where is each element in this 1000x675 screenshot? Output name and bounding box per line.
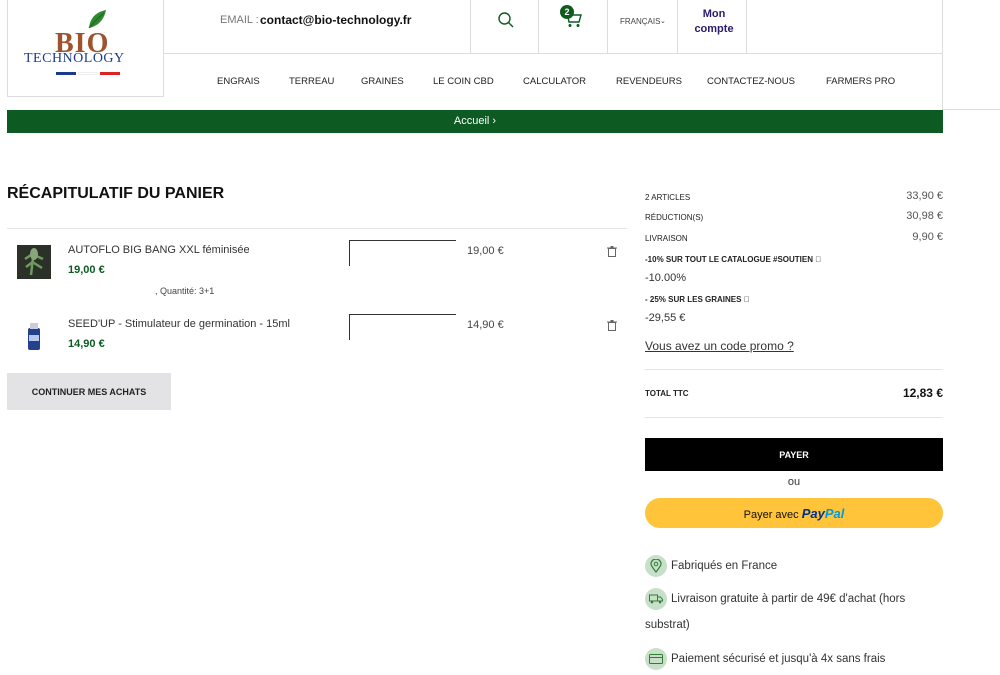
- quantity-input[interactable]: [349, 240, 456, 266]
- flag-red: [100, 72, 120, 75]
- search-button[interactable]: [470, 0, 538, 54]
- site-header: BIO TECHNOLOGY EMAIL : contact@bio-techn…: [7, 0, 943, 110]
- total-value: 12,83 €: [902, 386, 943, 400]
- reduction-value: 30,98 €: [906, 210, 943, 222]
- promo-1-value: -10.00%: [645, 272, 686, 284]
- logo-text-technology: TECHNOLOGY: [24, 51, 125, 66]
- nav-item-terreau[interactable]: TERREAU: [289, 76, 334, 87]
- trash-icon[interactable]: [607, 320, 617, 331]
- truck-icon: [645, 587, 667, 610]
- cart-item: AUTOFLO BIG BANG XXL féminisée 19,00 € 1…: [7, 240, 627, 300]
- promo-2-value: -29,55 €: [645, 312, 686, 324]
- nav-item-graines[interactable]: GRAINES: [361, 76, 404, 87]
- pay-button[interactable]: PAYER: [645, 438, 943, 471]
- product-image: [17, 319, 51, 353]
- nav-item-engrais[interactable]: ENGRAIS: [217, 76, 260, 87]
- reassurance-made-in-france: Fabriqués en France: [645, 553, 943, 579]
- product-name[interactable]: SEED'UP - Stimulateur de germination - 1…: [68, 318, 290, 330]
- account-label: Mon compte: [694, 8, 734, 35]
- product-total: 14,90 €: [467, 319, 504, 331]
- articles-label: 2 articles: [645, 193, 691, 202]
- breadcrumb-home[interactable]: Accueil ›: [454, 115, 496, 127]
- nav-item-revendeurs[interactable]: REVENDEURS: [616, 76, 682, 87]
- product-total: 19,00 €: [467, 245, 504, 257]
- reassurance-text: Fabriqués en France: [671, 560, 778, 572]
- top-bar: EMAIL : contact@bio-technology.fr 2 FRAN…: [164, 0, 943, 54]
- chevron-down-icon: ⌄: [660, 18, 666, 25]
- email-label: EMAIL :: [220, 14, 259, 26]
- reassurance-text: Livraison gratuite à partir de 49€ d'ach…: [645, 593, 906, 631]
- reassurance-text: Paiement sécurisé et jusqu'à 4x sans fra…: [671, 653, 886, 665]
- main-nav: ENGRAIS TERREAU GRAINES LE COIN CBD CALC…: [164, 54, 943, 110]
- product-image: [17, 245, 51, 279]
- cart-count-badge: 2: [560, 5, 574, 19]
- product-name[interactable]: AUTOFLO BIG BANG XXL féminisée: [68, 244, 250, 256]
- quantity-input[interactable]: [349, 314, 456, 340]
- credit-card-icon: [645, 647, 667, 670]
- summary-reduction: Réduction(s) 30,98 €: [645, 210, 943, 222]
- nav-item-coin-cbd[interactable]: LE COIN CBD: [433, 76, 494, 87]
- continue-shopping-button[interactable]: CONTINUER MES ACHATS: [7, 373, 171, 410]
- language-label: FRANÇAIS: [620, 17, 661, 26]
- promo-title: - 25% SUR LES GRAINES: [645, 295, 742, 304]
- promo-1: -10% SUR TOUT LE CATALOGUE #SOUTIEN ⃠: [645, 255, 943, 264]
- logo[interactable]: BIO TECHNOLOGY: [7, 0, 164, 97]
- reduction-label: Réduction(s): [645, 213, 704, 222]
- breadcrumb: Accueil ›: [7, 110, 943, 133]
- cart-item: SEED'UP - Stimulateur de germination - 1…: [7, 314, 627, 374]
- divider: [7, 228, 627, 229]
- or-separator: ou: [787, 476, 801, 488]
- promo-code-link[interactable]: Vous avez un code promo ?: [645, 339, 794, 353]
- search-icon: [498, 12, 514, 28]
- header-divider: [943, 109, 1000, 110]
- total-label: TOTAL TTC: [645, 389, 689, 398]
- nav-item-contact[interactable]: CONTACTEZ-NOUS: [707, 76, 795, 87]
- product-price: 19,00 €: [68, 264, 105, 276]
- nav-item-farmers-pro[interactable]: FARMERS PRO: [826, 76, 895, 87]
- email-link[interactable]: contact@bio-technology.fr: [260, 13, 411, 27]
- paypal-button[interactable]: Payer avec PayPal: [645, 498, 943, 528]
- promo-2: - 25% SUR LES GRAINES ⃠: [645, 295, 943, 304]
- language-selector[interactable]: FRANÇAIS ⌄: [607, 0, 677, 54]
- leaf-icon: [88, 10, 106, 29]
- summary-shipping: Livraison 9,90 €: [645, 231, 943, 243]
- location-pin-icon: [645, 554, 667, 577]
- shipping-label: Livraison: [645, 234, 688, 243]
- reassurance-secure-payment: Paiement sécurisé et jusqu'à 4x sans fra…: [645, 646, 943, 672]
- page-title: RÉCAPITULATIF DU PANIER: [7, 185, 225, 202]
- promo-title: -10% SUR TOUT LE CATALOGUE #SOUTIEN: [645, 255, 814, 264]
- flag-white: [78, 72, 98, 75]
- product-price: 14,90 €: [68, 338, 105, 350]
- paypal-logo: PayPal: [801, 505, 845, 521]
- product-meta: , Quantité: 3+1: [155, 286, 215, 296]
- divider: [645, 369, 943, 370]
- cart-button[interactable]: 2: [538, 0, 607, 54]
- flag-blue: [56, 72, 76, 75]
- account-link[interactable]: Mon compte: [677, 0, 747, 54]
- summary-articles: 2 articles 33,90 €: [645, 190, 943, 202]
- reassurance-free-shipping: Livraison gratuite à partir de 49€ d'ach…: [645, 586, 943, 638]
- paypal-prefix: Payer avec: [743, 508, 799, 521]
- divider: [645, 417, 943, 418]
- nav-item-calculator[interactable]: CALCULATOR: [523, 76, 586, 87]
- articles-value: 33,90 €: [906, 190, 943, 202]
- shipping-value: 9,90 €: [912, 231, 943, 243]
- trash-icon[interactable]: [607, 246, 617, 257]
